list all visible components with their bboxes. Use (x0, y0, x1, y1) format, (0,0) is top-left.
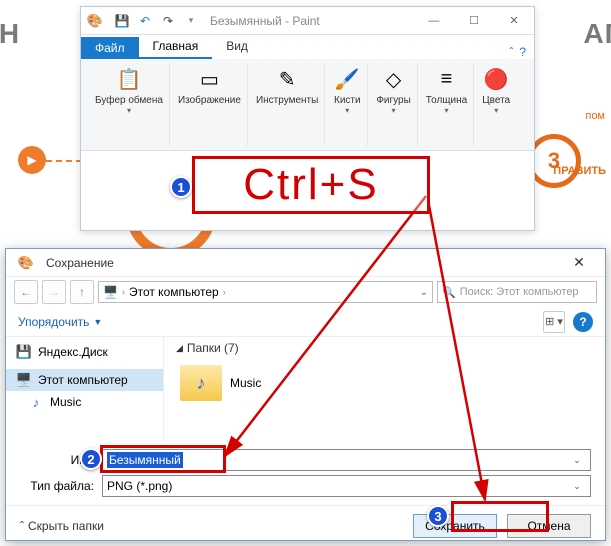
filetype-label: Тип файла: (20, 479, 94, 493)
image-label: Изображение (178, 95, 241, 106)
colors-label: Цвета (482, 95, 510, 106)
save-dialog: 🎨 Сохранение ✕ ← → ↑ 🖥️ › Этот компьютер… (5, 248, 606, 541)
filename-history-dropdown[interactable]: ⌄ (568, 455, 586, 466)
search-icon: 🔍 (442, 286, 456, 299)
chevron-up-icon: ˆ (20, 519, 24, 533)
dialog-help-button[interactable]: ? (573, 312, 593, 332)
nav-forward-button[interactable]: → (42, 280, 66, 304)
close-button[interactable]: ✕ (494, 7, 534, 35)
address-bar[interactable]: 🖥️ › Этот компьютер › ⌄ (98, 281, 433, 303)
ribbon-colors-group[interactable]: 🔴 Цвета ▾ (476, 63, 516, 146)
file-list-pane[interactable]: ◢ Папки (7) ♪ Music (164, 337, 605, 441)
brush-icon: 🖌️ (333, 65, 361, 93)
search-placeholder: Поиск: Этот компьютер (460, 286, 579, 298)
dialog-toolbar: Упорядочить▼ ⊞ ▾ ? (6, 307, 605, 337)
clipboard-icon: 📋 (115, 65, 143, 93)
home-tab[interactable]: Главная (139, 35, 213, 59)
folders-group-header[interactable]: ◢ Папки (7) (176, 341, 593, 355)
qat-undo-button[interactable]: ↶ (134, 10, 156, 32)
step-3-label: ПРАВИТЬ (553, 165, 606, 177)
search-input[interactable]: 🔍 Поиск: Этот компьютер (437, 281, 597, 303)
shapes-label: Фигуры (376, 95, 410, 106)
annotation-box-filename (100, 445, 226, 473)
step-3-circle: 3 (527, 134, 581, 188)
annotation-badge-1: 1 (170, 176, 192, 198)
organize-button[interactable]: Упорядочить▼ (18, 315, 102, 329)
folder-item-music[interactable]: ♪ Music (176, 361, 593, 405)
navigation-tree[interactable]: 💾 Яндекс.Диск 🖥️ Этот компьютер ♪ Music (6, 337, 164, 441)
annotation-badge-2: 2 (80, 448, 102, 470)
minimize-button[interactable]: — (414, 7, 454, 35)
filetype-select[interactable]: PNG (*.png) ⌄ (102, 475, 591, 497)
save-dialog-title: Сохранение (46, 256, 114, 270)
shapes-icon: ◇ (380, 65, 408, 93)
this-pc-icon: 🖥️ (16, 372, 32, 388)
address-dropdown-icon[interactable]: ⌄ (420, 287, 428, 298)
nav-up-button[interactable]: ↑ (70, 280, 94, 304)
paint-titlebar[interactable]: 🎨 💾 ↶ ↷ ▾ Безымянный - Paint — ☐ ✕ (81, 7, 534, 35)
tree-item-music[interactable]: ♪ Music (6, 391, 163, 413)
file-tab[interactable]: Файл (81, 37, 139, 59)
disk-icon: 💾 (16, 344, 32, 360)
view-tab[interactable]: Вид (212, 35, 262, 59)
this-pc-icon: 🖥️ (103, 285, 118, 299)
help-hint: пом (585, 110, 605, 122)
image-tools-icon: ▭ (195, 65, 223, 93)
pencil-icon: ✎ (273, 65, 301, 93)
tools-label: Инструменты (256, 95, 318, 106)
colors-icon: 🔴 (482, 65, 510, 93)
music-note-icon: ♪ (28, 394, 44, 410)
qat-save-button[interactable]: 💾 (111, 10, 133, 32)
annotation-box-save (451, 501, 549, 532)
filetype-dropdown-icon[interactable]: ⌄ (568, 481, 586, 492)
nav-back-button[interactable]: ← (14, 280, 38, 304)
paint-document-title: Безымянный - Paint (210, 14, 320, 28)
ribbon-tabs: Файл Главная Вид ˆ? (81, 35, 534, 59)
breadcrumb-this-pc[interactable]: Этот компьютер (129, 285, 219, 299)
hide-folders-toggle[interactable]: ˆ Скрыть папки (20, 519, 104, 533)
size-label: Толщина (426, 95, 467, 106)
ribbon-size-group[interactable]: ≡ Толщина ▾ (420, 63, 474, 146)
save-dialog-titlebar[interactable]: 🎨 Сохранение ✕ (6, 249, 605, 277)
maximize-button[interactable]: ☐ (454, 7, 494, 35)
ribbon-shapes-group[interactable]: ◇ Фигуры ▾ (370, 63, 417, 146)
help-icon[interactable]: ? (519, 45, 526, 59)
filetype-value: PNG (*.png) (107, 479, 172, 493)
address-bar-row: ← → ↑ 🖥️ › Этот компьютер › ⌄ 🔍 Поиск: Э… (6, 277, 605, 307)
tree-item-this-pc[interactable]: 🖥️ Этот компьютер (6, 369, 163, 391)
annotation-badge-3: 3 (427, 505, 449, 527)
clipboard-label: Буфер обмена (95, 95, 163, 106)
ribbon: 📋 Буфер обмена ▾ ▭ Изображение ✎ Инструм… (81, 59, 534, 151)
tree-item-yandex-disk[interactable]: 💾 Яндекс.Диск (6, 341, 163, 363)
ribbon-brushes-group[interactable]: 🖌️ Кисти ▾ (327, 63, 368, 146)
qat-redo-button[interactable]: ↷ (157, 10, 179, 32)
paint-app-icon: 🎨 (85, 11, 105, 31)
dialog-close-button[interactable]: ✕ (559, 254, 599, 271)
qat-customize[interactable]: ▾ (180, 10, 202, 32)
bg-title-right: АГА (583, 18, 611, 50)
stroke-size-icon: ≡ (433, 65, 461, 93)
ribbon-tools-group[interactable]: ✎ Инструменты (250, 63, 325, 146)
carousel-prev-button[interactable]: ▶ (18, 146, 46, 174)
ribbon-clipboard-group[interactable]: 📋 Буфер обмена ▾ (89, 63, 170, 146)
bg-title-left: КРИН (0, 18, 20, 50)
paint-app-icon: 🎨 (16, 253, 36, 273)
annotation-ctrl-s: Ctrl+S (192, 156, 430, 214)
quick-access-toolbar: 💾 ↶ ↷ ▾ (111, 10, 202, 32)
ribbon-collapse-icon[interactable]: ˆ (509, 45, 513, 59)
view-options-button[interactable]: ⊞ ▾ (543, 311, 565, 333)
folder-icon: ♪ (180, 365, 222, 401)
brushes-label: Кисти (334, 95, 361, 106)
ribbon-image-group[interactable]: ▭ Изображение (172, 63, 248, 146)
